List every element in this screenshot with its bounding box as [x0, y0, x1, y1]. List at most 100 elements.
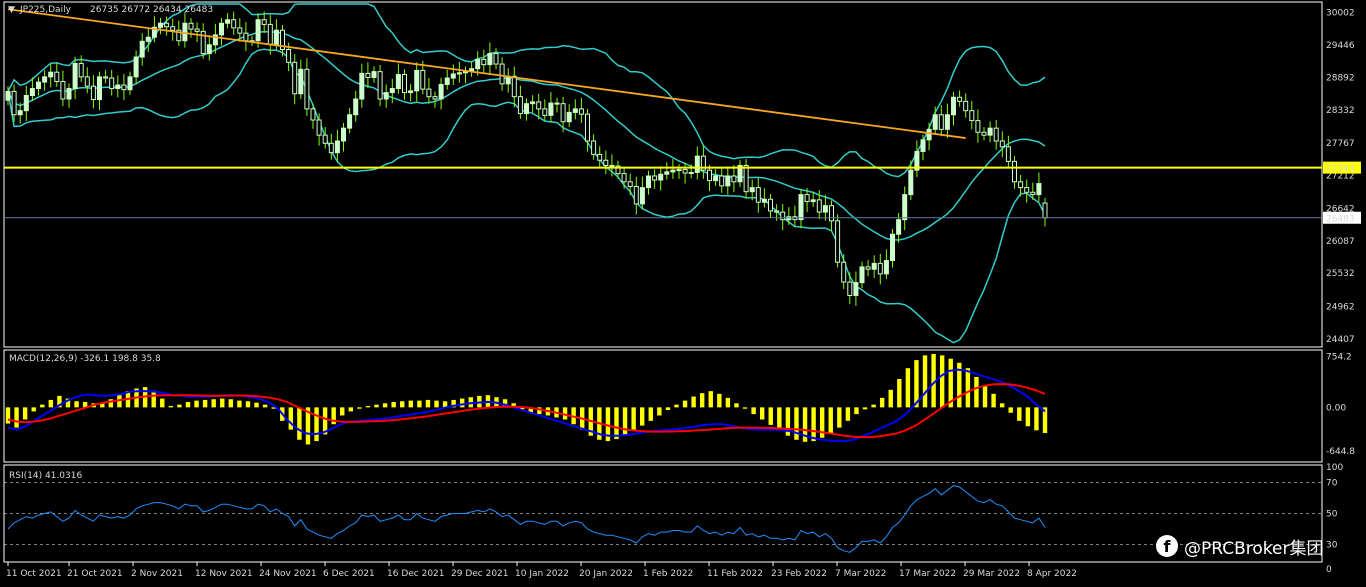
- candle-bull: [572, 108, 578, 113]
- candle-bear: [90, 85, 96, 101]
- resistance-trendline: [7, 8, 966, 139]
- candle-bull: [145, 36, 151, 42]
- candle-bull: [548, 102, 554, 116]
- macd-histogram-bar: [400, 401, 405, 408]
- macd-histogram-bar: [759, 407, 765, 420]
- candle-bear: [243, 32, 249, 42]
- candle-bear: [591, 140, 597, 155]
- rsi-label: RSI(14) 41.0316: [9, 471, 82, 481]
- price-tick-label: 28332: [1326, 106, 1355, 116]
- macd-histogram-bar: [1025, 407, 1031, 427]
- candle-bull: [334, 140, 340, 154]
- candle-bull: [694, 155, 700, 173]
- macd-histogram-bar: [614, 407, 619, 440]
- candle-bear: [829, 205, 834, 222]
- macd-histogram-bar: [631, 407, 636, 431]
- macd-histogram-bar: [648, 407, 653, 421]
- macd-histogram-bar: [965, 368, 971, 408]
- macd-histogram-bar: [460, 398, 465, 408]
- macd-histogram-bar: [905, 368, 911, 408]
- macd-histogram-bar: [22, 407, 28, 420]
- macd-histogram-bar: [254, 402, 259, 408]
- rsi-line: [7, 485, 1046, 553]
- candle-bear: [938, 114, 944, 130]
- macd-histogram-bar: [974, 376, 979, 408]
- candle-bear: [194, 28, 200, 32]
- candle-bull: [389, 88, 395, 94]
- candle-bear: [499, 63, 505, 85]
- candle-bear: [1012, 160, 1017, 183]
- candle-bull: [487, 53, 493, 66]
- candle-bear: [877, 262, 883, 275]
- price-tick-label: 30002: [1326, 9, 1355, 19]
- macd-histogram-bar: [639, 407, 645, 426]
- candle-bear: [957, 96, 963, 102]
- macd-histogram-bar: [982, 385, 988, 408]
- macd-histogram-bar: [854, 407, 859, 415]
- macd-histogram-bar: [879, 397, 885, 408]
- candle-bull: [206, 44, 212, 55]
- macd-histogram-bar: [417, 400, 422, 408]
- candle-bear: [304, 68, 310, 110]
- macd-histogram-bar: [794, 407, 799, 440]
- support-price-label: 27343: [1326, 164, 1355, 174]
- candle-bull: [72, 62, 78, 90]
- macd-histogram-bar: [288, 407, 294, 430]
- price-tick-label: 25532: [1326, 269, 1355, 279]
- candle-bear: [60, 81, 66, 100]
- price-tick-label: 28892: [1326, 73, 1355, 83]
- candle-bear: [426, 88, 432, 98]
- candle-bull: [908, 169, 914, 196]
- candle-bear: [109, 77, 115, 90]
- candle-bull: [341, 127, 346, 142]
- macd-histogram-bar: [262, 404, 268, 408]
- candle-bear: [755, 187, 761, 203]
- macd-histogram-bar: [665, 407, 671, 411]
- candle-bear: [981, 131, 987, 136]
- macd-histogram-bar: [202, 399, 208, 408]
- time-tick-label: 11 Oct 2021: [6, 569, 62, 579]
- candle-bull: [951, 96, 956, 116]
- macd-histogram-bar: [408, 400, 414, 408]
- macd-histogram-bar: [991, 393, 996, 408]
- candle-bull: [133, 56, 139, 78]
- candle-bull: [48, 71, 54, 78]
- candle-bear: [865, 266, 871, 270]
- candle-bull: [761, 198, 767, 203]
- candle-bear: [633, 185, 639, 205]
- macd-histogram-bar: [340, 407, 345, 416]
- candle-bull: [450, 73, 456, 79]
- candle-bull: [127, 76, 133, 91]
- macd-histogram-bar: [211, 399, 216, 408]
- candle-bear: [542, 108, 548, 116]
- candle-bear: [402, 74, 407, 94]
- rsi-tick-label: 50: [1326, 510, 1338, 520]
- macd-histogram-bar: [245, 401, 251, 408]
- macd-histogram-bar: [220, 398, 225, 408]
- chart-canvas[interactable]: 3000229446288922833227767272122664226087…: [0, 0, 1366, 583]
- candle-bull: [456, 72, 462, 75]
- macd-histogram-bar: [434, 400, 439, 408]
- macd-series: 754.2 0.00 -644.8: [5, 352, 1355, 457]
- candle-bear: [420, 69, 426, 90]
- time-tick-label: 21 Oct 2021: [67, 569, 123, 579]
- candle-bull: [688, 171, 694, 174]
- candle-bear: [121, 84, 127, 91]
- candle-bear: [322, 134, 328, 144]
- candle-bear: [1024, 187, 1030, 193]
- candle-bear: [316, 119, 322, 136]
- macd-histogram-bar: [777, 407, 782, 431]
- macd-histogram-bar: [314, 407, 319, 442]
- price-tick-label: 29446: [1326, 41, 1355, 51]
- candle-bear: [493, 53, 499, 65]
- rsi-tick-label: 0: [1326, 565, 1332, 575]
- rsi-tick-label: 100: [1326, 463, 1343, 473]
- collapse-triangle-icon[interactable]: ▼: [8, 5, 15, 15]
- macd-histogram-bar: [391, 401, 396, 408]
- watermark-text: @PRCBroker集团: [1184, 538, 1324, 559]
- time-tick-label: 20 Jan 2022: [579, 569, 633, 579]
- candle-bull: [871, 262, 877, 270]
- candle-bull: [896, 219, 902, 235]
- candle-bull: [273, 29, 279, 45]
- candle-bull: [29, 88, 35, 97]
